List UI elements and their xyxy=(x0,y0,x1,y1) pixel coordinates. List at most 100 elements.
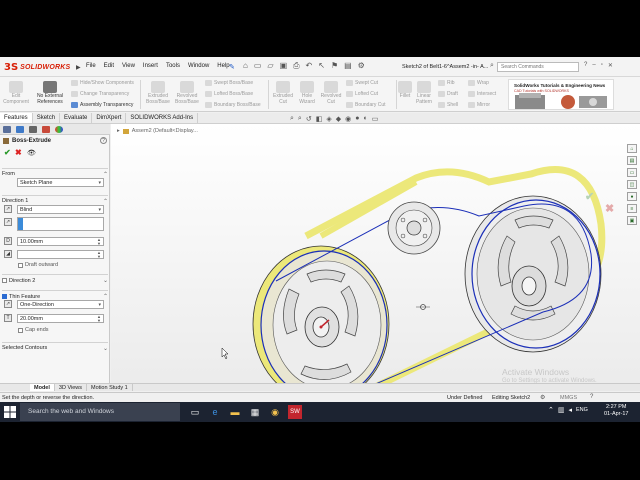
depth-input[interactable]: 10.00mm ▲ ▼ xyxy=(17,237,104,246)
restore-icon[interactable]: ▫ xyxy=(601,62,603,69)
file-properties-icon[interactable]: ▤ xyxy=(344,61,352,71)
tab-features[interactable]: Features xyxy=(0,113,33,123)
save-icon[interactable]: ▣ xyxy=(280,61,288,71)
rebuild-status-icon[interactable]: ⚙ xyxy=(540,394,545,401)
zoom-area-icon[interactable]: ⌕ xyxy=(298,115,302,123)
intersect-button[interactable]: Intersect xyxy=(468,91,496,97)
thin-feature-checkbox[interactable] xyxy=(2,294,7,299)
chrome-icon[interactable]: ◉ xyxy=(268,405,282,419)
zoom-to-fit-icon[interactable]: ⌕ xyxy=(290,115,294,123)
belt-pulley-model[interactable] xyxy=(111,124,640,391)
display-manager-tab-icon[interactable] xyxy=(55,126,63,133)
spinner-icon[interactable]: ▲ ▼ xyxy=(97,251,101,259)
print-icon[interactable]: ⎙ xyxy=(293,61,299,71)
swept-cut-button[interactable]: Swept Cut xyxy=(346,80,378,86)
confirm-check-icon[interactable]: ✔ xyxy=(585,190,594,203)
rebuild-icon[interactable]: ⚑ xyxy=(331,61,338,71)
edit-appearance-icon[interactable]: ● xyxy=(355,115,359,123)
file-explorer-icon[interactable]: ▭ xyxy=(627,168,637,177)
view-palette-icon[interactable]: ◫ xyxy=(627,180,637,189)
from-dropdown[interactable]: Sketch Plane ▾ xyxy=(17,178,104,187)
left-pulley[interactable] xyxy=(252,245,390,391)
previous-view-icon[interactable]: ↺ xyxy=(306,115,312,123)
file-explorer-icon[interactable]: ▬ xyxy=(228,405,242,419)
cancel-x-icon[interactable]: ✖ xyxy=(605,202,614,215)
logo-flyout-icon[interactable]: ▶ xyxy=(76,64,81,71)
custom-properties-icon[interactable]: ≡ xyxy=(627,204,637,213)
search-commands-icon[interactable]: ⌕ xyxy=(490,62,494,70)
shell-button[interactable]: Shell xyxy=(438,102,458,108)
open-icon[interactable]: ▱ xyxy=(267,61,273,71)
swept-boss-button[interactable]: Swept Boss/Base xyxy=(205,80,253,86)
menu-tools[interactable]: Tools xyxy=(166,63,180,69)
hole-wizard-button[interactable]: Hole Wizard xyxy=(296,81,318,105)
lofted-boss-button[interactable]: Lofted Boss/Base xyxy=(205,91,253,97)
end-condition-dropdown[interactable]: Blind ▾ xyxy=(17,205,104,214)
thin-feature-group-header[interactable]: Thin Feature ⌃ xyxy=(2,290,108,300)
preview-eye-icon[interactable]: 👁 xyxy=(27,149,36,157)
boundary-cut-button[interactable]: Boundary Cut xyxy=(346,102,386,108)
change-transparency-button[interactable]: Change Transparency xyxy=(71,91,129,97)
draft-outward-checkbox[interactable]: Draft outward xyxy=(18,262,58,268)
boundary-boss-button[interactable]: Boundary Boss/Base xyxy=(205,102,261,108)
hide-show-items-icon[interactable]: ◉ xyxy=(345,115,351,123)
cap-ends-checkbox[interactable]: Cap ends xyxy=(18,327,49,333)
edge-browser-icon[interactable]: e xyxy=(208,405,222,419)
feature-manager-tab-icon[interactable] xyxy=(3,126,11,133)
tab-3d-views[interactable]: 3D Views xyxy=(55,384,88,391)
tutorial-banner[interactable]: SolidWorks Tutorials & Engineering News … xyxy=(508,79,614,110)
new-document-icon[interactable]: ▭ xyxy=(254,61,262,71)
configuration-manager-tab-icon[interactable] xyxy=(29,126,37,133)
select-icon[interactable]: ↖ xyxy=(318,61,325,71)
tab-sketch[interactable]: Sketch xyxy=(33,113,61,123)
hide-show-components-button[interactable]: Hide/Show Components xyxy=(71,80,134,86)
search-commands-input[interactable]: Search Commands xyxy=(497,62,579,72)
rib-button[interactable]: Rib xyxy=(438,80,455,86)
menu-insert[interactable]: Insert xyxy=(143,63,158,69)
lofted-cut-button[interactable]: Lofted Cut xyxy=(346,91,378,97)
task-view-icon[interactable]: ▭ xyxy=(188,405,202,419)
direction2-checkbox[interactable] xyxy=(2,278,7,283)
mirror-button[interactable]: Mirror xyxy=(468,102,490,108)
linear-pattern-button[interactable]: Linear Pattern xyxy=(413,81,435,105)
draft-on-off-icon[interactable]: ◢ xyxy=(4,250,12,258)
windows-start-icon[interactable] xyxy=(4,406,16,418)
tab-motion-study[interactable]: Motion Study 1 xyxy=(87,384,133,391)
direction1-group-header[interactable]: Direction 1 ⌃ xyxy=(2,195,108,205)
menu-help[interactable]: Help xyxy=(217,63,229,69)
design-library-icon[interactable]: ▤ xyxy=(627,156,637,165)
taskbar-search-box[interactable]: Search the web and Windows xyxy=(20,403,180,421)
draft-angle-input[interactable]: ▲ ▼ xyxy=(17,250,104,259)
reverse-direction-icon[interactable]: ↗ xyxy=(4,205,12,213)
units-selector[interactable]: MMGS xyxy=(560,395,577,401)
draft-button[interactable]: Draft xyxy=(438,91,458,97)
language-indicator[interactable]: ENG xyxy=(576,406,588,414)
spinner-icon[interactable]: ▲ ▼ xyxy=(97,238,101,246)
menu-edit[interactable]: Edit xyxy=(104,63,114,69)
cancel-x-icon[interactable]: ✖ xyxy=(15,148,22,157)
fillet-button[interactable]: Fillet xyxy=(398,81,412,100)
help-icon[interactable]: ? xyxy=(584,62,587,69)
undo-icon[interactable]: ↶ xyxy=(306,61,313,71)
thickness-input[interactable]: 20.00mm ▲ ▼ xyxy=(17,314,104,323)
scene-icon[interactable]: ◐ xyxy=(363,115,367,123)
idler-pulley[interactable] xyxy=(387,201,441,255)
assembly-transparency-button[interactable]: Assembly Transparency xyxy=(71,102,133,108)
graphics-area[interactable]: ▸ Assem2 (Default<Display... ✔ ✖ ⌂ ▤ ▭ ◫… xyxy=(111,124,640,391)
taskbar-clock[interactable]: 2:27 PM 01-Apr-17 xyxy=(604,404,628,418)
tab-model[interactable]: Model xyxy=(30,384,55,391)
selected-contours-group-header[interactable]: Selected Contours ⌄ xyxy=(2,342,108,352)
help-status-icon[interactable]: ? xyxy=(590,394,593,400)
wrap-button[interactable]: Wrap xyxy=(468,80,489,86)
minimize-icon[interactable]: – xyxy=(592,62,595,69)
store-icon[interactable]: ▦ xyxy=(248,405,262,419)
dimxpert-manager-tab-icon[interactable] xyxy=(42,126,50,133)
tab-dimxpert[interactable]: DimXpert xyxy=(92,113,127,123)
solidworks-resources-icon[interactable]: ⌂ xyxy=(627,144,637,153)
network-icon[interactable]: ▥ xyxy=(558,406,565,414)
display-style-icon[interactable]: ◆ xyxy=(336,115,341,123)
revolved-cut-button[interactable]: Revolved Cut xyxy=(319,81,343,105)
options-icon[interactable]: ⚙ xyxy=(358,61,365,71)
home-icon[interactable]: ⌂ xyxy=(243,61,248,71)
spinner-icon[interactable]: ▲ ▼ xyxy=(97,315,101,323)
